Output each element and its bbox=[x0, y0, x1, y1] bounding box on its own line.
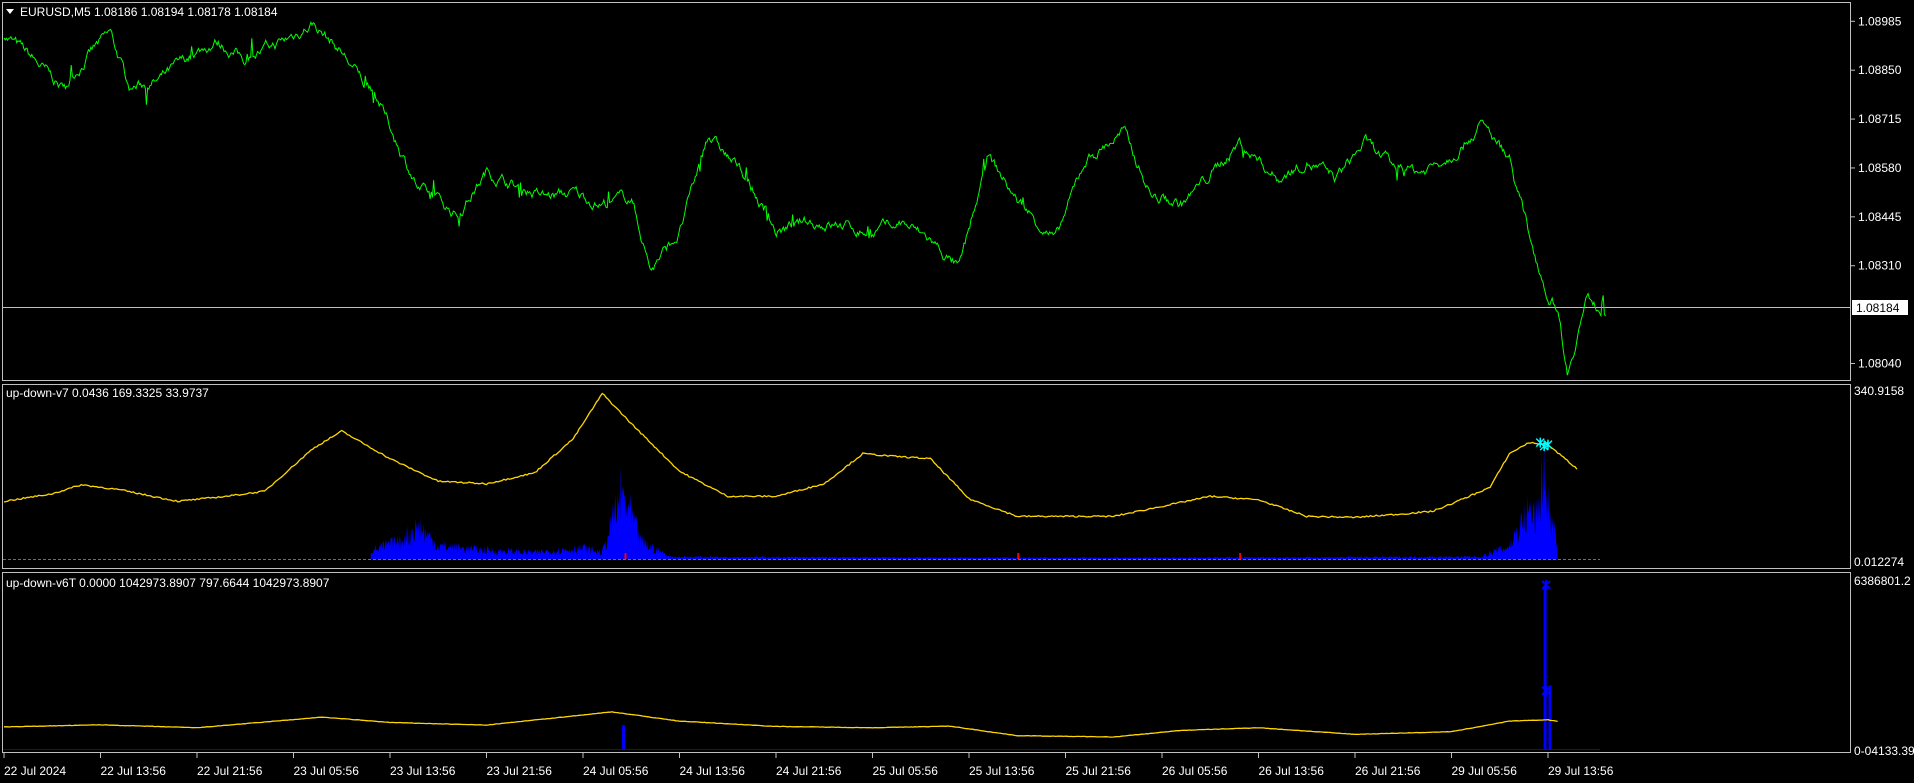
time-tick-label: 24 Jul 13:56 bbox=[680, 764, 746, 778]
price-tick-label: 1.08985 bbox=[1858, 14, 1902, 28]
main-pane-frame[interactable] bbox=[2, 2, 1851, 381]
time-axis: 22 Jul 2024 22 Jul 13:56 22 Jul 21:56 23 Ju… bbox=[3, 753, 1614, 778]
indicator2-top-label: 6386801.2 bbox=[1854, 574, 1911, 588]
time-tick-label: 25 Jul 21:56 bbox=[1066, 764, 1132, 778]
price-axis: 1.08985 1.08850 1.08715 1.08580 1.08445 1.083… bbox=[1850, 14, 1902, 371]
time-tick-label: 25 Jul 13:56 bbox=[969, 764, 1035, 778]
time-tick-label: 23 Jul 21:56 bbox=[487, 764, 553, 778]
time-tick-label: 29 Jul 13:56 bbox=[1548, 764, 1614, 778]
time-tick-label: 24 Jul 21:56 bbox=[776, 764, 842, 778]
current-price-text: 1.08184 bbox=[1856, 301, 1900, 315]
time-tick-label: 23 Jul 13:56 bbox=[390, 764, 456, 778]
price-tick-label: 1.08580 bbox=[1858, 161, 1902, 175]
mt4-chart-window: 1.08985 1.08850 1.08715 1.08580 1.08445 1.083… bbox=[2, 2, 1914, 778]
time-tick-label: 22 Jul 2024 bbox=[4, 764, 66, 778]
price-tick-label: 1.08715 bbox=[1858, 112, 1902, 126]
time-tick-label: 24 Jul 05:56 bbox=[583, 764, 649, 778]
price-tick-label: 1.08850 bbox=[1858, 63, 1902, 77]
time-tick-label: 23 Jul 05:56 bbox=[294, 764, 360, 778]
time-tick-label: 29 Jul 05:56 bbox=[1452, 764, 1518, 778]
indicator2-bottom-label: 0-04133.39 bbox=[1854, 744, 1914, 758]
pane-frames bbox=[2, 2, 1851, 753]
time-tick-label: 22 Jul 21:56 bbox=[197, 764, 263, 778]
indicator1-pane-frame[interactable] bbox=[2, 384, 1851, 569]
time-tick-label: 25 Jul 05:56 bbox=[873, 764, 939, 778]
indicator2-title: up-down-v6T 0.0000 1042973.8907 797.6644… bbox=[6, 576, 330, 590]
price-tick-label: 1.08310 bbox=[1858, 259, 1902, 273]
time-tick-label: 26 Jul 05:56 bbox=[1162, 764, 1228, 778]
time-tick-label: 26 Jul 13:56 bbox=[1259, 764, 1325, 778]
ohlc-label: 1.08186 1.08194 1.08178 1.08184 bbox=[94, 5, 278, 19]
current-price-label: 1.08184 bbox=[1852, 300, 1908, 315]
time-tick-label: 22 Jul 13:56 bbox=[101, 764, 167, 778]
indicator1-bottom-label: 0.012274 bbox=[1854, 555, 1904, 569]
down-volume-bar bbox=[1017, 553, 1020, 559]
symbol-label: EURUSD,M5 bbox=[20, 5, 91, 19]
down-volume-bar bbox=[1239, 553, 1242, 559]
time-tick-label: 26 Jul 21:56 bbox=[1355, 764, 1421, 778]
indicator2-pane-frame[interactable] bbox=[2, 572, 1851, 753]
indicator1-title: up-down-v7 0.0436 169.3325 33.9737 bbox=[6, 386, 209, 400]
pane-title: EURUSD,M5 1.08186 1.08194 1.08178 1.0818… bbox=[6, 5, 278, 19]
indicator1-top-label: 340.9158 bbox=[1854, 384, 1904, 398]
down-volume-bar bbox=[624, 553, 627, 559]
price-tick-label: 1.08040 bbox=[1858, 357, 1902, 371]
price-tick-label: 1.08445 bbox=[1858, 210, 1902, 224]
